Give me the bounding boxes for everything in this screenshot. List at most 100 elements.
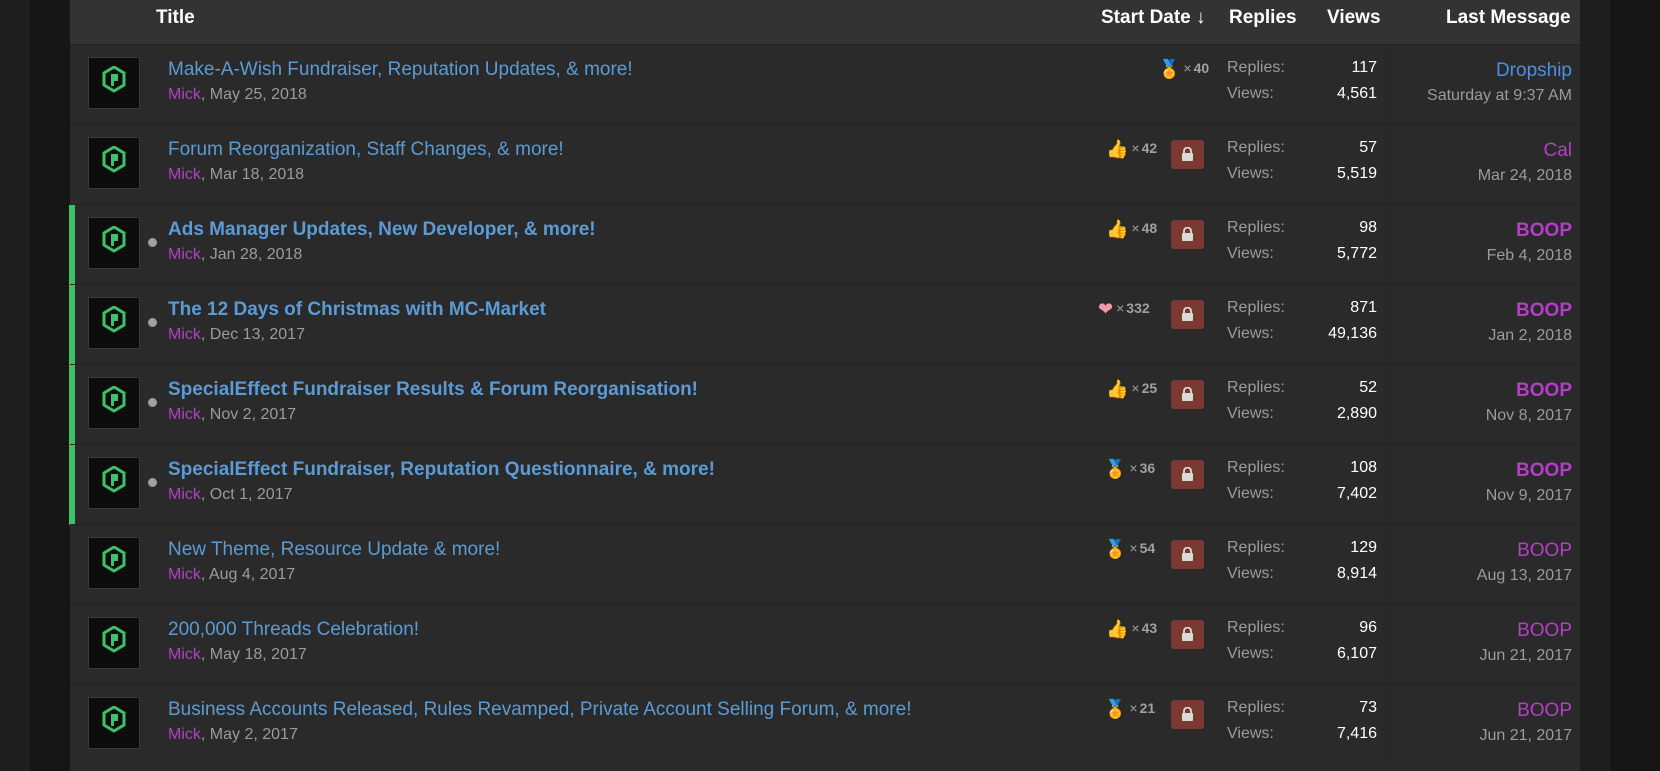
last-message-date-link[interactable]: Jun 21, 2017 bbox=[1479, 727, 1572, 745]
thread-title-link[interactable]: SpecialEffect Fundraiser, Reputation Que… bbox=[168, 459, 715, 481]
last-message-user-link[interactable]: BOOP bbox=[1516, 380, 1572, 402]
award-icon: 🏅 bbox=[1104, 459, 1127, 479]
replies-label: Replies: bbox=[1227, 219, 1285, 236]
column-last-message[interactable]: Last Message bbox=[1446, 7, 1571, 29]
thread-meta: Mick, May 18, 2017 bbox=[168, 646, 307, 664]
last-message-date-link[interactable]: Feb 4, 2018 bbox=[1487, 247, 1572, 265]
reaction-multiplier: × bbox=[1116, 300, 1125, 316]
views-label: Views: bbox=[1227, 725, 1274, 742]
last-message-user-link[interactable]: BOOP bbox=[1517, 540, 1572, 562]
thread-meta: Mick, May 2, 2017 bbox=[168, 726, 298, 744]
last-message-date-link[interactable]: Saturday at 9:37 AM bbox=[1427, 87, 1572, 105]
thread-title-link[interactable]: Make-A-Wish Fundraiser, Reputation Updat… bbox=[168, 59, 633, 81]
reaction-summary[interactable]: 👍 × 25 bbox=[1106, 379, 1157, 400]
thread-author-link[interactable]: Mick bbox=[168, 166, 201, 183]
last-message-date-link[interactable]: Jun 21, 2017 bbox=[1479, 647, 1572, 665]
reaction-summary[interactable]: 👍 × 43 bbox=[1106, 619, 1157, 640]
reaction-multiplier: × bbox=[1129, 460, 1138, 476]
replies-count: 73 bbox=[1359, 699, 1377, 716]
reaction-summary[interactable]: 🏅 × 21 bbox=[1104, 699, 1155, 720]
last-message-user-link[interactable]: Dropship bbox=[1496, 60, 1572, 82]
thread-row[interactable]: Ads Manager Updates, New Developer, & mo… bbox=[69, 204, 1580, 285]
avatar[interactable] bbox=[88, 297, 140, 349]
views-count: 2,890 bbox=[1336, 405, 1377, 422]
last-message-date-link[interactable]: Nov 8, 2017 bbox=[1486, 407, 1572, 425]
last-message-user-link[interactable]: BOOP bbox=[1517, 700, 1572, 722]
reaction-summary[interactable]: 👍 × 48 bbox=[1106, 219, 1157, 240]
pebblehost-logo-icon bbox=[102, 706, 126, 733]
thread-author-link[interactable]: Mick bbox=[168, 86, 201, 103]
reaction-summary[interactable]: 👍 × 42 bbox=[1106, 139, 1157, 160]
reaction-count: 54 bbox=[1139, 540, 1156, 556]
thread-title-link[interactable]: Ads Manager Updates, New Developer, & mo… bbox=[168, 219, 596, 241]
locked-badge bbox=[1171, 700, 1204, 729]
locked-badge bbox=[1171, 300, 1204, 329]
avatar[interactable] bbox=[88, 537, 140, 589]
reaction-count: 21 bbox=[1139, 700, 1156, 716]
last-message-date-link[interactable]: Mar 24, 2018 bbox=[1478, 167, 1572, 185]
thread-row[interactable]: SpecialEffect Fundraiser Results & Forum… bbox=[69, 364, 1580, 445]
reaction-summary[interactable]: 🏅 × 54 bbox=[1104, 539, 1155, 560]
thread-title-link[interactable]: Business Accounts Released, Rules Revamp… bbox=[168, 699, 911, 721]
thread-author-link[interactable]: Mick bbox=[168, 246, 201, 263]
column-replies[interactable]: Replies bbox=[1229, 7, 1297, 29]
thread-row[interactable]: Make-A-Wish Fundraiser, Reputation Updat… bbox=[70, 44, 1580, 125]
replies-label: Replies: bbox=[1227, 139, 1285, 156]
column-title[interactable]: Title bbox=[156, 7, 195, 29]
reaction-count: 42 bbox=[1141, 140, 1158, 156]
thread-row[interactable]: Business Accounts Released, Rules Revamp… bbox=[70, 684, 1580, 765]
last-message-date-link[interactable]: Nov 9, 2017 bbox=[1486, 487, 1572, 505]
replies-count: 96 bbox=[1359, 619, 1377, 636]
views-label: Views: bbox=[1227, 405, 1274, 422]
avatar[interactable] bbox=[88, 57, 140, 109]
thread-author-link[interactable]: Mick bbox=[168, 486, 201, 503]
thread-author-link[interactable]: Mick bbox=[168, 726, 201, 743]
reaction-summary[interactable]: 🏅 × 40 bbox=[1158, 59, 1209, 80]
column-start-date-sort[interactable]: Start Date ↓ bbox=[1101, 7, 1206, 29]
replies-count: 117 bbox=[1351, 59, 1377, 76]
thread-title-link[interactable]: The 12 Days of Christmas with MC-Market bbox=[168, 299, 546, 321]
last-message-user-link[interactable]: BOOP bbox=[1516, 220, 1572, 242]
thread-row[interactable]: SpecialEffect Fundraiser, Reputation Que… bbox=[69, 444, 1580, 525]
avatar[interactable] bbox=[88, 697, 140, 749]
last-message-date-link[interactable]: Jan 2, 2018 bbox=[1488, 327, 1572, 345]
page-gutter-right bbox=[1580, 0, 1610, 771]
last-message-user-link[interactable]: Cal bbox=[1543, 140, 1572, 162]
thread-title-link[interactable]: 200,000 Threads Celebration! bbox=[168, 619, 419, 641]
views-label: Views: bbox=[1227, 325, 1274, 342]
column-views[interactable]: Views bbox=[1327, 7, 1381, 29]
thread-row[interactable]: The 12 Days of Christmas with MC-Market … bbox=[69, 284, 1580, 365]
avatar[interactable] bbox=[88, 377, 140, 429]
replies-label: Replies: bbox=[1227, 379, 1285, 396]
thread-list-panel: Title Start Date ↓ Replies Views Last Me… bbox=[69, 0, 1580, 771]
last-message-user-link[interactable]: BOOP bbox=[1516, 300, 1572, 322]
thread-author-link[interactable]: Mick bbox=[168, 406, 201, 423]
thread-row[interactable]: 200,000 Threads Celebration! Mick, May 1… bbox=[70, 604, 1580, 685]
thread-row[interactable]: Forum Reorganization, Staff Changes, & m… bbox=[70, 124, 1580, 205]
last-message-date-link[interactable]: Aug 13, 2017 bbox=[1477, 567, 1572, 585]
avatar[interactable] bbox=[88, 137, 140, 189]
reaction-summary[interactable]: ❤ × 332 bbox=[1098, 299, 1150, 320]
avatar[interactable] bbox=[88, 617, 140, 669]
column-divider bbox=[1386, 365, 1387, 445]
replies-label: Replies: bbox=[1227, 299, 1285, 316]
thumbs-up-icon: 👍 bbox=[1106, 379, 1129, 399]
thread-author-link[interactable]: Mick bbox=[168, 646, 201, 663]
thread-row[interactable]: New Theme, Resource Update & more! Mick,… bbox=[70, 524, 1580, 605]
thread-title-link[interactable]: Forum Reorganization, Staff Changes, & m… bbox=[168, 139, 564, 161]
last-message-user-link[interactable]: BOOP bbox=[1517, 620, 1572, 642]
thread-title-link[interactable]: New Theme, Resource Update & more! bbox=[168, 539, 500, 561]
reaction-count: 25 bbox=[1141, 380, 1158, 396]
last-message-user-link[interactable]: BOOP bbox=[1516, 460, 1572, 482]
thread-author-link[interactable]: Mick bbox=[168, 566, 201, 583]
avatar[interactable] bbox=[88, 457, 140, 509]
reaction-multiplier: × bbox=[1131, 140, 1140, 156]
thumbs-up-icon: 👍 bbox=[1106, 619, 1129, 639]
avatar[interactable] bbox=[88, 217, 140, 269]
reaction-summary[interactable]: 🏅 × 36 bbox=[1104, 459, 1155, 480]
thread-meta: Mick, May 25, 2018 bbox=[168, 86, 307, 104]
thread-author-link[interactable]: Mick bbox=[168, 326, 201, 343]
thread-title-link[interactable]: SpecialEffect Fundraiser Results & Forum… bbox=[168, 379, 698, 401]
reaction-count: 43 bbox=[1141, 620, 1158, 636]
lock-icon bbox=[1182, 227, 1193, 241]
